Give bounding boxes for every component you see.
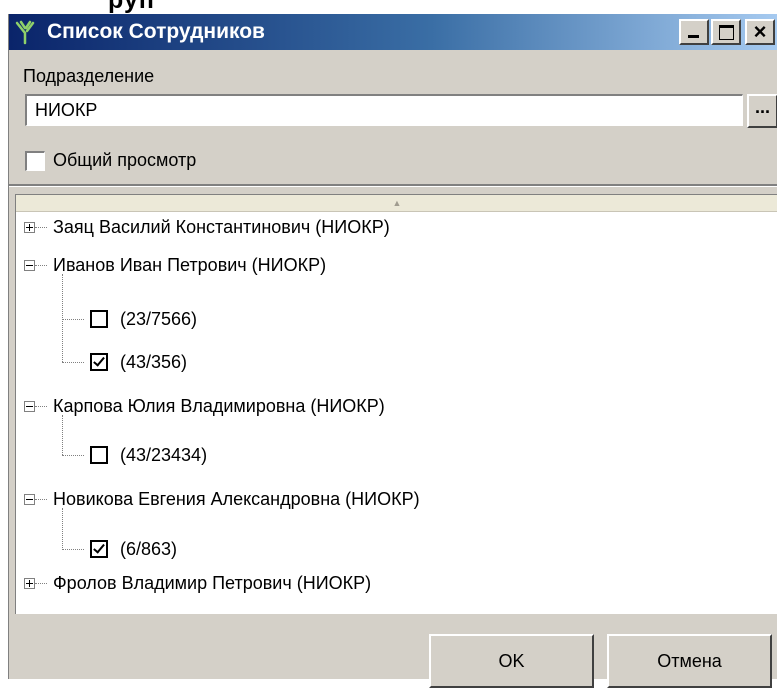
- tree-node-employee[interactable]: Заяц Василий Константинович (НИОКР): [16, 212, 390, 242]
- employee-list-dialog: Список Сотрудников × Подразделение НИОКР…: [8, 14, 777, 688]
- tree-node-employee[interactable]: Карпова Юлия Владимировна (НИОКР): [16, 391, 385, 421]
- tree-connector: [35, 498, 47, 500]
- browse-division-button[interactable]: ...: [747, 94, 777, 128]
- overview-label: Общий просмотр: [53, 150, 197, 170]
- card-number: (23/7566): [120, 308, 198, 329]
- overview-checkbox[interactable]: [25, 150, 45, 171]
- minimize-button[interactable]: [679, 19, 709, 45]
- card-checkbox-checked[interactable]: [90, 540, 108, 558]
- collapse-minus-icon[interactable]: [24, 259, 35, 271]
- expand-plus-icon[interactable]: [24, 221, 35, 233]
- collapse-minus-icon[interactable]: [24, 493, 35, 505]
- ok-button[interactable]: OK: [429, 634, 594, 688]
- tree-connector: [62, 318, 84, 320]
- card-checkbox[interactable]: [90, 310, 108, 328]
- sort-ascending-icon: ▲: [392, 198, 402, 208]
- division-field[interactable]: НИОКР: [25, 94, 743, 126]
- division-label: Подразделение: [23, 66, 155, 86]
- window-title: Список Сотрудников: [47, 20, 265, 43]
- tree-connector: [35, 582, 47, 584]
- tree-connector: [35, 264, 47, 266]
- tree-connector: [35, 226, 47, 228]
- card-number: (6/863): [120, 538, 178, 559]
- tree-node-employee[interactable]: Новикова Евгения Александровна (НИОКР): [16, 484, 420, 514]
- tree-leaf-card[interactable]: (23/7566): [62, 304, 197, 334]
- employee-name: Новикова Евгения Александровна (НИОКР): [53, 488, 420, 509]
- employee-name: Фролов Владимир Петрович (НИОКР): [53, 572, 372, 593]
- employee-name: Иванов Иван Петрович (НИОКР): [53, 254, 327, 275]
- tree-node-employee[interactable]: Фролов Владимир Петрович (НИОКР): [16, 568, 371, 598]
- close-button[interactable]: ×: [745, 19, 775, 45]
- employee-name: Карпова Юлия Владимировна (НИОКР): [53, 395, 385, 416]
- collapse-minus-icon[interactable]: [24, 400, 35, 412]
- overview-option[interactable]: Общий просмотр: [25, 150, 196, 171]
- divider: [9, 184, 777, 187]
- expand-plus-icon[interactable]: [24, 577, 35, 589]
- cancel-button[interactable]: Отмена: [607, 634, 772, 688]
- employee-tree-panel[interactable]: ▲ Заяц Василий Константинович (НИОКР) Ив…: [15, 194, 777, 614]
- tree-leaf-card[interactable]: (6/863): [62, 534, 177, 564]
- background-heading-fragment: руп: [108, 0, 155, 14]
- window-controls: ×: [679, 19, 775, 45]
- app-icon: [15, 20, 35, 45]
- tree-connector: [62, 361, 84, 363]
- card-checkbox[interactable]: [90, 446, 108, 464]
- title-bar[interactable]: Список Сотрудников ×: [9, 14, 777, 50]
- employee-name: Заяц Василий Константинович (НИОКР): [53, 216, 390, 237]
- tree-connector: [62, 548, 84, 550]
- maximize-button[interactable]: [711, 19, 741, 45]
- card-number: (43/23434): [120, 444, 208, 465]
- tree-connector: [62, 454, 84, 456]
- tree-leaf-card[interactable]: (43/356): [62, 347, 187, 377]
- tree-connector: [35, 405, 47, 407]
- card-number: (43/356): [120, 351, 188, 372]
- tree-column-header[interactable]: ▲: [16, 195, 777, 212]
- tree-leaf-card[interactable]: (43/23434): [62, 440, 207, 470]
- card-checkbox-checked[interactable]: [90, 353, 108, 371]
